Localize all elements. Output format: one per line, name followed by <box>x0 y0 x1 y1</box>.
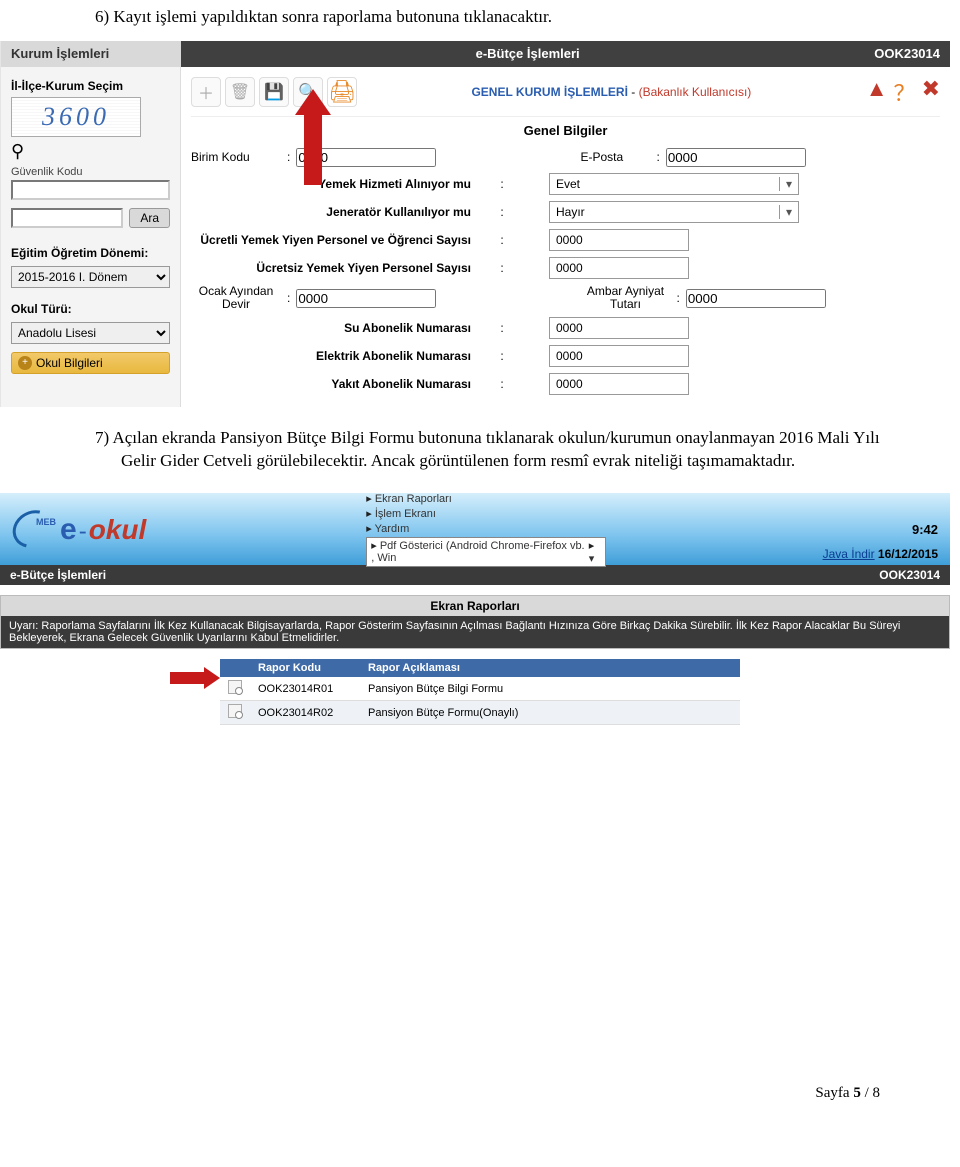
accordion-okul-bilgileri[interactable]: + Okul Bilgileri <box>11 352 170 374</box>
chevron-down-icon: ▾ <box>779 177 792 191</box>
tur-label: Okul Türü: <box>11 302 170 316</box>
header-bar: Kurum İşlemleri e-Bütçe İşlemleri OOK230… <box>1 41 950 67</box>
red-arrow-up <box>295 89 331 185</box>
ocak-input[interactable] <box>296 289 436 308</box>
time-display: 9:42 <box>912 522 938 537</box>
ucretli-input[interactable] <box>549 229 689 251</box>
th-rapor-aciklama: Rapor Açıklaması <box>360 659 740 677</box>
tur-select[interactable]: Anadolu Lisesi <box>11 322 170 344</box>
content-area: ＋ 🗑 💾 🔍 🖨 GENEL KURUM İŞLEMLERİ - (Bakan… <box>181 67 950 407</box>
yakit-label: Yakıt Abonelik Numarası <box>191 377 491 391</box>
guvenlik-input[interactable] <box>11 180 170 200</box>
cell-rapor-kodu: OOK23014R01 <box>250 677 360 701</box>
ambar-label: Ambar Ayniyat Tutarı <box>581 285 671 311</box>
breadcrumb-main: GENEL KURUM İŞLEMLERİ <box>471 85 627 99</box>
report-icon[interactable] <box>228 704 242 718</box>
banner: MEB e - okul Ekran Raporları İşlem Ekran… <box>0 493 950 565</box>
birim-label: Birim Kodu <box>191 150 281 164</box>
subheader-left: e-Bütçe İşlemleri <box>10 568 106 582</box>
screenshot-eokul: MEB e - okul Ekran Raporları İşlem Ekran… <box>0 493 950 725</box>
captcha-image: 3600 <box>11 97 141 137</box>
page-number: Sayfa 5 / 8 <box>0 1085 960 1122</box>
red-arrow-right <box>170 667 220 689</box>
yemek-label: Yemek Hizmeti Alınıyor mu <box>191 177 491 191</box>
ocak-label: Ocak Ayından Devir <box>191 285 281 311</box>
cell-rapor-aciklama: Pansiyon Bütçe Bilgi Formu <box>360 677 740 701</box>
th-rapor-kodu: Rapor Kodu <box>250 659 360 677</box>
table-header-row: Rapor Kodu Rapor Açıklaması <box>220 659 740 677</box>
help-icon[interactable]: ？ <box>894 76 916 108</box>
doc-step-6: 6) Kayıt işlemi yapıldıktan sonra raporl… <box>0 0 960 41</box>
su-input[interactable] <box>549 317 689 339</box>
sidebar-secim-label: İl-İlçe-Kurum Seçim <box>11 79 170 93</box>
jen-select[interactable]: Hayır▾ <box>549 201 799 223</box>
header-left: Kurum İşlemleri <box>1 41 181 67</box>
yemek-select[interactable]: Evet▾ <box>549 173 799 195</box>
report-table: Rapor Kodu Rapor Açıklaması OOK23014R01 … <box>220 659 740 725</box>
refresh-icon[interactable]: ⚲ <box>11 141 24 162</box>
breadcrumb-sep: - <box>628 85 639 99</box>
add-icon[interactable]: ＋ <box>191 77 221 107</box>
cell-rapor-aciklama: Pansiyon Bütçe Formu(Onaylı) <box>360 701 740 725</box>
link-islem-ekrani[interactable]: İşlem Ekranı <box>366 507 606 520</box>
java-download-link[interactable]: Java İndir <box>823 547 875 561</box>
eposta-input[interactable] <box>666 148 806 167</box>
close-icon[interactable]: ✖ <box>922 76 940 108</box>
pdf-viewer-select[interactable]: Pdf Gösterici (Android Chrome-Firefox vb… <box>366 537 606 567</box>
ucretli-label: Ücretli Yemek Yiyen Personel ve Öğrenci … <box>191 233 491 247</box>
accordion-label: Okul Bilgileri <box>36 356 103 370</box>
logo-e: e <box>60 513 77 547</box>
report-icon[interactable] <box>228 680 242 694</box>
search-input[interactable] <box>11 208 123 228</box>
su-label: Su Abonelik Numarası <box>191 321 491 335</box>
chevron-down-icon: ▾ <box>779 205 792 219</box>
logo-okul: okul <box>89 514 147 546</box>
link-ekran-raporlari[interactable]: Ekran Raporları <box>366 492 606 505</box>
elektrik-input[interactable] <box>549 345 689 367</box>
jen-label: Jeneratör Kullanılıyor mu <box>191 205 491 219</box>
trash-icon[interactable]: 🗑 <box>225 77 255 107</box>
donem-label: Eğitim Öğretim Dönemi: <box>11 246 170 260</box>
plus-icon: + <box>18 356 32 370</box>
doc-step-7: 7) Açılan ekranda Pansiyon Bütçe Bilgi F… <box>0 421 960 485</box>
ara-button[interactable]: Ara <box>129 208 170 228</box>
eposta-label: E-Posta <box>581 150 651 164</box>
guvenlik-label: Güvenlik Kodu <box>11 166 170 178</box>
elektrik-label: Elektrik Abonelik Numarası <box>191 349 491 363</box>
ucretsiz-label: Ücretsiz Yemek Yiyen Personel Sayısı <box>191 261 491 275</box>
link-yardim[interactable]: Yardım <box>366 522 606 535</box>
breadcrumb-user: (Bakanlık Kullanıcısı) <box>639 85 752 99</box>
cell-rapor-kodu: OOK23014R02 <box>250 701 360 725</box>
ucretsiz-input[interactable] <box>549 257 689 279</box>
donem-select[interactable]: 2015-2016 I. Dönem <box>11 266 170 288</box>
yakit-input[interactable] <box>549 373 689 395</box>
table-row[interactable]: OOK23014R02 Pansiyon Bütçe Formu(Onaylı) <box>220 701 740 725</box>
subheader-bar: e-Bütçe İşlemleri OOK23014 <box>0 565 950 585</box>
chevron-down-icon: ▾ <box>589 539 601 565</box>
logo-dash: - <box>79 518 87 546</box>
java-link-wrap: Java İndir 16/12/2015 <box>823 547 938 561</box>
print-icon[interactable]: 🖨 <box>327 77 357 107</box>
banner-links: Ekran Raporları İşlem Ekranı Yardım Pdf … <box>366 492 606 567</box>
date-display: 16/12/2015 <box>875 547 938 561</box>
warning-bar: Uyarı: Raporlama Sayfalarını İlk Kez Kul… <box>0 616 950 649</box>
ambar-input[interactable] <box>686 289 826 308</box>
save-icon[interactable]: 💾 <box>259 77 289 107</box>
eokul-logo: MEB e - okul <box>12 511 146 547</box>
warning-icon[interactable]: ▲ <box>866 76 888 108</box>
sidebar: İl-İlçe-Kurum Seçim 3600 ⚲ Güvenlik Kodu… <box>1 67 181 407</box>
header-center: e-Bütçe İşlemleri <box>181 46 874 61</box>
screenshot-form: Kurum İşlemleri e-Bütçe İşlemleri OOK230… <box>0 41 950 407</box>
table-row[interactable]: OOK23014R01 Pansiyon Bütçe Bilgi Formu <box>220 677 740 701</box>
panel-title: Ekran Raporları <box>0 595 950 616</box>
subheader-right: OOK23014 <box>879 568 940 582</box>
logo-swoosh-icon <box>6 503 60 555</box>
header-right: OOK23014 <box>874 46 950 61</box>
